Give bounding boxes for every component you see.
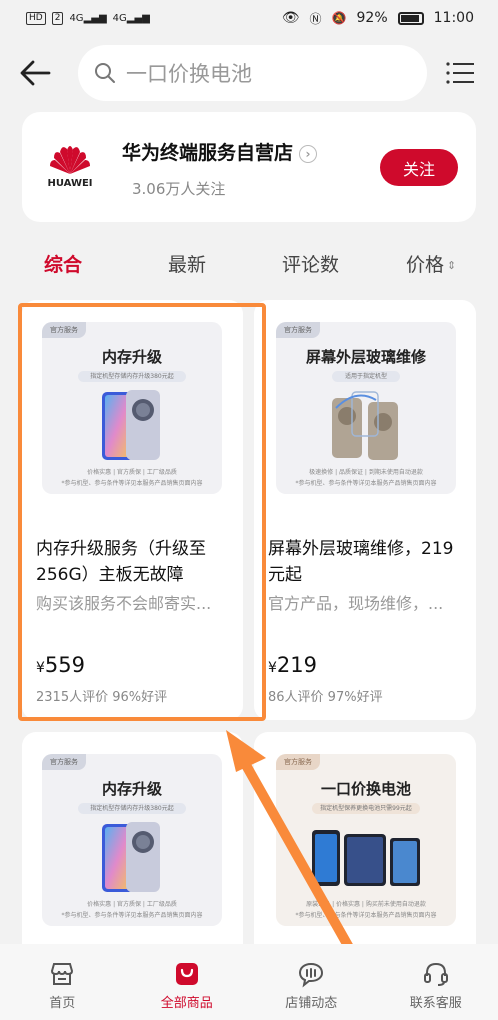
- tab-store-news[interactable]: 店铺动态: [249, 944, 374, 1020]
- headset-icon: [423, 962, 448, 986]
- bottom-tab-bar: 首页 全部商品 店铺动态 联系客服: [0, 944, 498, 1020]
- tab-label: 店铺动态: [285, 996, 338, 1011]
- tab-home[interactable]: 首页: [0, 944, 125, 1020]
- tab-customer-service[interactable]: 联系客服: [374, 944, 498, 1020]
- shopping-bag-icon: [175, 963, 198, 985]
- chat-bubble-icon: [299, 962, 324, 988]
- tab-all-products[interactable]: 全部商品: [125, 944, 250, 1020]
- tab-label: 全部商品: [160, 996, 213, 1011]
- annotation-arrow: [226, 730, 395, 1020]
- tab-label: 联系客服: [409, 996, 462, 1011]
- tab-label: 首页: [49, 996, 76, 1011]
- store-icon: [51, 963, 74, 985]
